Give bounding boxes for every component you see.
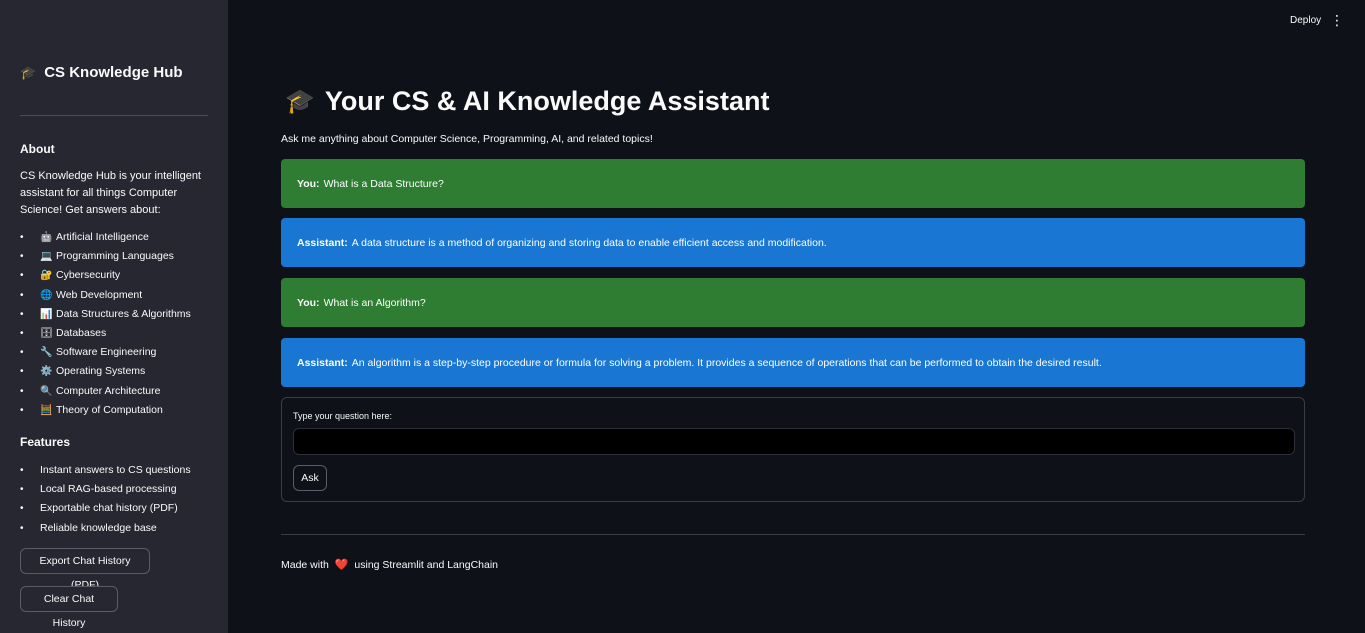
list-item: Exportable chat history (PDF) [20,499,210,518]
globe-icon: 🌐 [40,289,53,301]
bar-chart-icon: 📊 [40,308,53,320]
sidebar: 🎓 CS Knowledge Hub About CS Knowledge Hu… [0,0,228,633]
topic-label: Web Development [56,288,143,301]
footer: Made with ❤️ using Streamlit and LangCha… [281,558,498,571]
footer-divider [281,534,1305,535]
graduation-cap-icon: 🎓 [285,88,315,115]
about-heading: About [20,142,55,156]
message-role: Assistant: [297,356,348,369]
user-message: You: What is a Data Structure? [281,159,1305,208]
about-text: CS Knowledge Hub is your intelligent ass… [20,170,201,216]
list-item: 🔐Cybersecurity [20,266,210,285]
message-role: Assistant: [297,236,348,249]
page-title-text: Your CS & AI Knowledge Assistant [324,86,770,116]
ask-button[interactable]: Ask [293,465,327,491]
list-item: 💻Programming Languages [20,247,210,266]
gear-icon: ⚙️ [40,366,53,378]
sidebar-title: 🎓 CS Knowledge Hub [20,64,183,81]
topic-label: Data Structures & Algorithms [56,307,191,320]
list-item: ⚙️Operating Systems [20,362,210,381]
topic-label: Operating Systems [56,365,146,378]
app-root: 🎓 CS Knowledge Hub About CS Knowledge Hu… [0,0,1365,633]
robot-icon: 🤖 [40,232,53,243]
abacus-icon: 🧮 [40,404,53,416]
message-text: An algorithm is a step-by-step procedure… [351,356,1102,369]
topics-list: 🤖Artificial Intelligence 💻Programming La… [20,228,210,420]
list-item: 🧮Theory of Computation [20,401,210,420]
topic-label: Theory of Computation [56,403,163,416]
user-message: You: What is an Algorithm? [281,278,1305,327]
graduation-cap-icon: 🎓 [20,64,37,80]
list-item: Reliable knowledge base [20,519,210,538]
question-input[interactable] [293,428,1295,455]
list-item: 🔍Computer Architecture [20,382,210,401]
footer-suffix: using Streamlit and LangChain [354,559,498,571]
page-subtitle: Ask me anything about Computer Science, … [281,133,653,145]
assistant-message: Assistant: An algorithm is a step-by-ste… [281,338,1305,387]
message-text: A data structure is a method of organizi… [351,236,827,249]
footer-prefix: Made with [281,559,329,571]
lock-icon: 🔐 [40,270,53,282]
topic-label: Software Engineering [56,346,157,359]
magnifier-icon: 🔍 [40,385,53,397]
list-item: 🗄Databases [20,324,210,343]
clear-chat-history-button[interactable]: Clear Chat History [20,586,118,629]
message-text: What is a Data Structure? [323,177,444,190]
page-title: 🎓 Your CS & AI Knowledge Assistant [285,86,769,117]
sidebar-title-text: CS Knowledge Hub [44,64,183,81]
assistant-message: Assistant: A data structure is a method … [281,218,1305,267]
database-icon: 🗄 [40,327,53,339]
topic-label: Cybersecurity [56,269,121,282]
list-item: 🌐Web Development [20,286,210,305]
laptop-icon: 💻 [40,251,53,263]
list-item: Instant answers to CS questions [20,461,210,480]
message-role: You: [297,296,320,309]
features-heading: Features [20,435,71,449]
list-item: Local RAG-based processing [20,480,210,499]
topic-label: Databases [56,326,107,339]
topic-label: Programming Languages [56,250,174,263]
topic-label: Computer Architecture [56,384,161,397]
question-form: Type your question here: Ask [281,397,1305,502]
wrench-icon: 🔧 [40,347,53,359]
list-item: 📊Data Structures & Algorithms [20,305,210,324]
topic-label: Artificial Intelligence [56,231,149,243]
message-text: What is an Algorithm? [323,296,426,309]
list-item: 🔧Software Engineering [20,343,210,362]
sidebar-divider [20,115,208,116]
heart-icon: ❤️ [334,559,349,571]
deploy-button[interactable]: Deploy [1284,11,1327,29]
main-menu-icon[interactable]: ⋮ [1330,11,1344,29]
list-item: 🤖Artificial Intelligence [20,228,210,247]
features-list: Instant answers to CS questions Local RA… [20,461,210,538]
message-role: You: [297,177,320,190]
question-input-label: Type your question here: [293,411,393,421]
export-chat-history-button[interactable]: Export Chat History (PDF) [20,548,150,591]
